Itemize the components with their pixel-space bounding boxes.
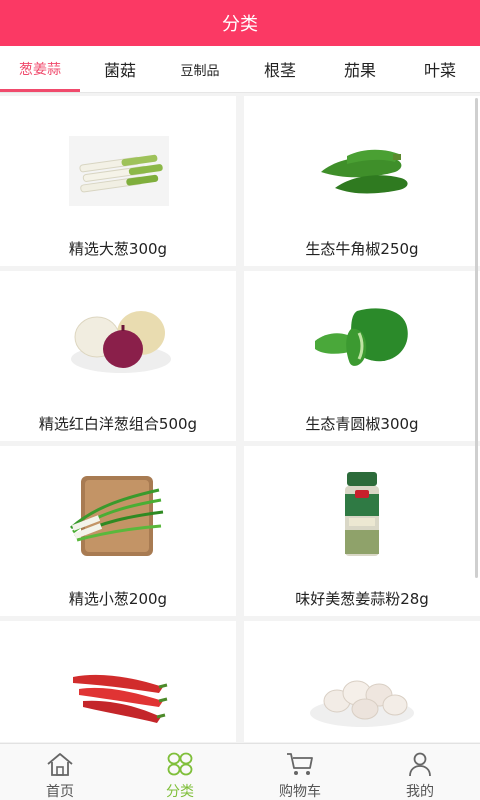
app-root: 分类 葱姜蒜 菌菇 豆制品 根茎 茄果 叶菜 精选大葱300g 生态牛角椒250… xyxy=(0,0,480,800)
nav-label: 购物车 xyxy=(279,784,321,800)
tab-mushroom[interactable]: 菌菇 xyxy=(80,46,160,92)
tab-label: 根茎 xyxy=(263,61,296,80)
user-icon xyxy=(409,752,431,777)
product-card[interactable]: 味好美葱姜蒜粉28g xyxy=(244,446,480,616)
nav-label: 首页 xyxy=(46,784,74,800)
product-card[interactable]: 生态青圆椒300g xyxy=(244,271,480,441)
product-card[interactable]: 精选红白洋葱组合500g xyxy=(0,271,236,441)
green-horn-pepper-icon xyxy=(302,112,422,216)
cart-icon xyxy=(287,753,313,775)
product-card[interactable] xyxy=(0,621,236,742)
category-tabs: 葱姜蒜 菌菇 豆制品 根茎 茄果 叶菜 xyxy=(0,46,480,93)
product-card[interactable]: 精选小葱200g xyxy=(0,446,236,616)
nav-profile[interactable]: 我的 xyxy=(360,744,480,800)
nav-cart[interactable]: 购物车 xyxy=(240,744,360,800)
nav-label: 分类 xyxy=(166,784,194,800)
onion-icon xyxy=(58,287,178,391)
product-card[interactable]: 生态牛角椒250g xyxy=(244,96,480,266)
tab-label: 叶菜 xyxy=(423,61,456,80)
tab-leafy[interactable]: 叶菜 xyxy=(400,46,480,92)
product-name: 生态青圆椒300g xyxy=(305,415,419,433)
tab-label: 茄果 xyxy=(343,61,376,80)
garlic-icon xyxy=(302,637,422,741)
product-name: 精选小葱200g xyxy=(68,590,168,608)
tab-tofu[interactable]: 豆制品 xyxy=(160,46,240,92)
tab-label: 菌菇 xyxy=(103,61,136,80)
header-bar: 分类 xyxy=(0,0,480,46)
category-icon xyxy=(167,752,193,776)
nav-category[interactable]: 分类 xyxy=(120,744,240,800)
product-name: 精选大葱300g xyxy=(68,240,168,258)
scrollbar[interactable] xyxy=(475,98,478,578)
bottom-nav: 首页 分类 购物车 我的 xyxy=(0,743,480,800)
scallion-icon xyxy=(58,462,178,566)
product-name: 味好美葱姜蒜粉28g xyxy=(295,590,429,608)
product-name: 精选红白洋葱组合500g xyxy=(38,415,198,433)
tab-root[interactable]: 根茎 xyxy=(240,46,320,92)
product-name: 生态牛角椒250g xyxy=(305,240,419,258)
green-bell-pepper-icon xyxy=(302,287,422,391)
red-chili-icon xyxy=(58,637,178,741)
page-title: 分类 xyxy=(222,14,258,35)
product-card[interactable]: 精选大葱300g xyxy=(0,96,236,266)
product-grid[interactable]: 精选大葱300g 生态牛角椒250g 精选红白洋葱组合500g 生态青圆椒300… xyxy=(0,96,480,742)
tab-label: 豆制品 xyxy=(180,63,220,79)
tab-cong-jiang-suan[interactable]: 葱姜蒜 xyxy=(0,46,80,92)
tab-nightshade[interactable]: 茄果 xyxy=(320,46,400,92)
nav-home[interactable]: 首页 xyxy=(0,744,120,800)
nav-label: 我的 xyxy=(406,784,434,800)
home-icon xyxy=(47,753,73,776)
leek-icon xyxy=(58,112,178,216)
tab-label: 葱姜蒜 xyxy=(19,62,61,78)
product-card[interactable] xyxy=(244,621,480,742)
seasoning-jar-icon xyxy=(302,462,422,566)
